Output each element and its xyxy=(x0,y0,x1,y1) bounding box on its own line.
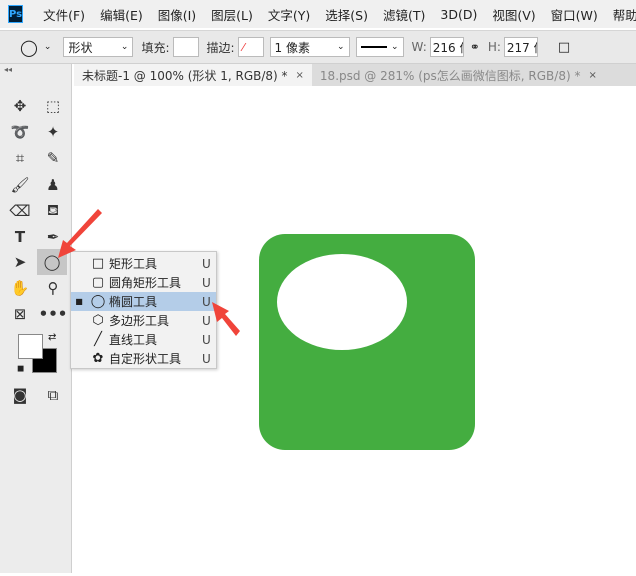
photoshop-logo: Ps xyxy=(8,5,24,23)
lasso-tool-icon[interactable]: ➰ xyxy=(8,121,32,143)
mode-select[interactable]: 形状 ⌄ xyxy=(63,37,134,57)
tab-untitled-1[interactable]: 未标题-1 @ 100% (形状 1, RGB/8) * × xyxy=(74,64,312,86)
shortcut-key: U xyxy=(202,256,211,271)
chevron-down-icon: ⌄ xyxy=(337,42,345,52)
screen-mode-icon[interactable]: ⧉ xyxy=(41,384,65,406)
stroke-label: 描边: xyxy=(206,40,235,55)
menu-image[interactable]: 图像(I) xyxy=(158,5,196,24)
selected-marker: ■ xyxy=(75,297,83,306)
foreground-color-swatch[interactable] xyxy=(18,334,43,359)
menu-help[interactable]: 帮助(H) xyxy=(613,5,636,24)
menu-item-rectangle-tool[interactable]: □ 矩形工具 U xyxy=(71,254,216,273)
menu-file[interactable]: 文件(F) xyxy=(43,5,85,24)
fill-swatch[interactable] xyxy=(172,37,199,57)
pen-tool-icon[interactable]: ✒ xyxy=(41,226,65,248)
item-label: 多边形工具 xyxy=(109,314,170,328)
menu-layer[interactable]: 图层(L) xyxy=(211,5,253,24)
width-label: W: xyxy=(411,40,427,54)
menu-filter[interactable]: 滤镜(T) xyxy=(383,5,425,24)
stroke-type-select[interactable]: ⌄ xyxy=(355,37,404,57)
chevron-down-icon[interactable]: ⌄ xyxy=(44,42,52,52)
frame-tool-icon[interactable]: ⊠ xyxy=(8,303,32,325)
tools-panel: ◂◂ ✥ ⬚ ➰ ✦ ⌗ ✎ 🖌 ♟ ⌫ ⛾ T ✒ ➤ ◯ ✋ ⚲ ⊠ •••… xyxy=(0,64,72,573)
swap-colors-icon[interactable]: ⇄ xyxy=(48,332,56,343)
quick-mask-icon[interactable]: ◙ xyxy=(8,384,32,406)
menu-edit[interactable]: 编辑(E) xyxy=(100,5,143,24)
stroke-swatch[interactable]: ⁄ xyxy=(237,37,264,57)
move-tool-icon[interactable]: ✥ xyxy=(8,95,32,117)
path-operations-icon[interactable]: □ xyxy=(558,40,570,55)
menu-item-polygon-tool[interactable]: ⬡ 多边形工具 U xyxy=(71,311,216,330)
more-tools-icon[interactable]: ••• xyxy=(39,303,68,325)
collapse-icon[interactable]: ◂◂ xyxy=(4,65,12,74)
menu-window[interactable]: 窗口(W) xyxy=(551,5,598,24)
item-label: 圆角矩形工具 xyxy=(109,276,182,290)
shortcut-key: U xyxy=(202,332,211,347)
shape-tools-flyout: □ 矩形工具 U ▢ 圆角矩形工具 U ■ ◯ 椭圆工具 U ⬡ 多边形工具 U ╱ 直线工具 U ✿… xyxy=(70,251,217,369)
white-ellipse xyxy=(277,254,407,350)
crop-tool-icon[interactable]: ⌗ xyxy=(8,147,32,169)
height-input[interactable]: 217 像素 xyxy=(503,37,538,57)
menu-select[interactable]: 选择(S) xyxy=(325,5,368,24)
tab-18-psd[interactable]: 18.psd @ 281% (ps怎么画微信图标, RGB/8) * × xyxy=(312,64,605,86)
shortcut-key: U xyxy=(202,294,211,309)
marquee-tool-icon[interactable]: ⬚ xyxy=(41,95,65,117)
menu-item-ellipse-tool[interactable]: ■ ◯ 椭圆工具 U xyxy=(71,292,216,311)
default-colors-icon[interactable]: ◼ xyxy=(17,364,24,374)
menu-item-line-tool[interactable]: ╱ 直线工具 U xyxy=(71,330,216,349)
shortcut-key: U xyxy=(202,351,211,366)
type-tool-icon[interactable]: T xyxy=(8,226,32,248)
shortcut-key: U xyxy=(202,313,211,328)
zoom-tool-icon[interactable]: ⚲ xyxy=(41,277,65,299)
eraser-tool-icon[interactable]: ⌫ xyxy=(8,200,32,222)
stroke-width-select[interactable]: 1 像素 ⌄ xyxy=(269,37,350,57)
menu-3d[interactable]: 3D(D) xyxy=(440,7,477,22)
mode-value: 形状 xyxy=(68,40,93,55)
path-select-icon[interactable]: ➤ xyxy=(8,251,32,273)
rounded-rectangle-icon: ▢ xyxy=(91,275,105,290)
tab-label: 未标题-1 @ 100% (形状 1, RGB/8) * xyxy=(82,68,288,83)
item-label: 直线工具 xyxy=(109,333,158,347)
fill-label: 填充: xyxy=(141,40,170,55)
menu-view[interactable]: 视图(V) xyxy=(492,5,535,24)
solid-line-icon xyxy=(360,46,387,48)
ellipse-tool-icon[interactable]: ◯ xyxy=(37,249,67,275)
stroke-width-value: 1 像素 xyxy=(274,40,310,55)
shortcut-key: U xyxy=(202,275,211,290)
document-tabs: 未标题-1 @ 100% (形状 1, RGB/8) * × 18.psd @ 2… xyxy=(74,64,636,86)
eyedropper-icon[interactable]: ✎ xyxy=(41,147,65,169)
item-label: 自定形状工具 xyxy=(109,352,182,366)
custom-shape-icon: ✿ xyxy=(92,351,104,366)
menu-bar: Ps 文件(F) 编辑(E) 图像(I) 图层(L) 文字(Y) 选择(S) 滤… xyxy=(0,0,636,28)
menu-item-custom-shape-tool[interactable]: ✿ 自定形状工具 U xyxy=(71,349,216,368)
polygon-icon: ⬡ xyxy=(92,313,104,328)
chevron-down-icon: ⌄ xyxy=(391,42,399,52)
magic-wand-icon[interactable]: ✦ xyxy=(41,121,65,143)
ellipse-icon: ◯ xyxy=(90,294,106,309)
menu-item-rounded-rectangle-tool[interactable]: ▢ 圆角矩形工具 U xyxy=(71,273,216,292)
width-input[interactable]: 216 像素 xyxy=(429,37,464,57)
line-icon: ╱ xyxy=(94,332,102,347)
item-label: 椭圆工具 xyxy=(109,295,158,309)
height-label: H: xyxy=(487,40,501,54)
rectangle-icon: □ xyxy=(91,256,105,271)
hand-tool-icon[interactable]: ✋ xyxy=(8,277,32,299)
stamp-tool-icon[interactable]: ♟ xyxy=(41,174,65,196)
ellipse-tool-preset-icon[interactable]: ◯ xyxy=(20,38,38,57)
close-icon[interactable]: × xyxy=(588,70,596,81)
chevron-down-icon: ⌄ xyxy=(120,42,129,52)
paint-bucket-icon[interactable]: ⛾ xyxy=(41,200,65,222)
item-label: 矩形工具 xyxy=(109,257,158,271)
link-icon[interactable]: ⚭ xyxy=(470,40,480,54)
options-bar: ◯ ⌄ 形状 ⌄ 填充: 描边: ⁄ 1 像素 ⌄ ⌄ W: 216 像素 ⚭ H:… xyxy=(0,30,636,64)
close-icon[interactable]: × xyxy=(296,70,304,81)
brush-tool-icon[interactable]: 🖌 xyxy=(8,174,32,196)
menu-type[interactable]: 文字(Y) xyxy=(268,5,310,24)
tab-label: 18.psd @ 281% (ps怎么画微信图标, RGB/8) * xyxy=(319,68,581,83)
